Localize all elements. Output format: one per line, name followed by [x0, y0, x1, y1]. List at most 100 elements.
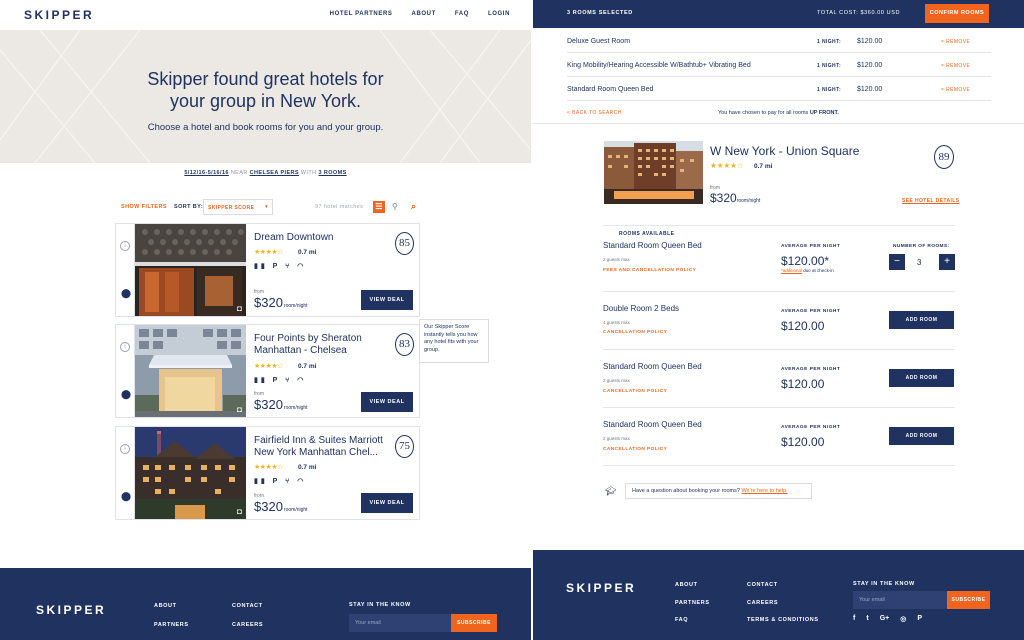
- skipper-score[interactable]: 75: [395, 435, 414, 458]
- footer-logo[interactable]: SKIPPER: [36, 603, 106, 617]
- newsletter-heading: STAY IN THE KNOW: [853, 581, 915, 587]
- hotel-name[interactable]: Four Points by Sheraton Manhattan - Chel…: [254, 333, 384, 357]
- nav-about[interactable]: ABOUT: [412, 11, 436, 17]
- see-hotel-details-link[interactable]: SEE HOTEL DETAILS: [902, 198, 959, 204]
- hotel-photo[interactable]: [604, 141, 703, 204]
- footer-link-about[interactable]: ABOUT: [675, 582, 698, 588]
- graduation-cap-icon: 🎓︎: [605, 486, 617, 496]
- search-icon[interactable]: ⌕: [411, 201, 416, 212]
- footer-logo[interactable]: SKIPPER: [566, 581, 636, 595]
- camera-icon[interactable]: ◘: [237, 304, 242, 313]
- view-deal-button[interactable]: VIEW DEAL: [361, 392, 413, 412]
- confirm-rooms-button[interactable]: CONFIRM ROOMS: [925, 4, 989, 23]
- selected-hotel-name[interactable]: W New York - Union Square: [710, 144, 859, 158]
- view-deal-button[interactable]: VIEW DEAL: [361, 290, 413, 310]
- skipper-score[interactable]: 85: [395, 232, 414, 255]
- twitter-icon[interactable]: t: [866, 615, 868, 623]
- footer-link-contact[interactable]: CONTACT: [232, 603, 263, 609]
- room-name: Standard Room Queen Bed: [603, 241, 702, 250]
- hotel-photo[interactable]: ◘: [135, 325, 246, 417]
- footer-link-careers[interactable]: CAREERS: [747, 600, 778, 606]
- hotel-name[interactable]: Fairfield Inn & Suites Marriott New York…: [254, 435, 384, 459]
- footer-link-terms[interactable]: TERMS & CONDITIONS: [747, 617, 819, 623]
- room-name: Standard Room Queen Bed: [603, 362, 702, 371]
- footer-link-about[interactable]: ABOUT: [154, 603, 177, 609]
- add-room-button[interactable]: ADD ROOM: [889, 369, 954, 387]
- nav-hotel-partners[interactable]: HOTEL PARTNERS: [330, 11, 393, 17]
- nav-login[interactable]: LOGIN: [488, 11, 510, 17]
- rooms-available-heading: ROOMS AVAILABLE: [603, 222, 955, 237]
- hotel-price: $320room/night: [254, 295, 308, 310]
- remove-room-button[interactable]: × REMOVE: [941, 63, 970, 69]
- subscribe-button[interactable]: SUBSCRIBE: [451, 614, 497, 632]
- search-dates[interactable]: 5/12/16-5/16/16: [184, 170, 229, 176]
- cancellation-policy-link[interactable]: CANCELLATION POLICY: [603, 447, 667, 452]
- map-view-icon[interactable]: ⚲: [392, 202, 398, 211]
- camera-icon[interactable]: ◘: [237, 507, 242, 516]
- total-cost: TOTAL COST: $360.00 USD: [817, 10, 901, 16]
- footer-link-faq[interactable]: FAQ: [675, 617, 688, 623]
- card-sidebar: i ⬤: [116, 224, 135, 316]
- view-deal-button[interactable]: VIEW DEAL: [361, 493, 413, 513]
- show-filters-button[interactable]: SHOW FILTERS: [121, 204, 167, 210]
- facebook-icon[interactable]: f: [853, 615, 855, 623]
- instagram-icon[interactable]: ◎: [900, 615, 906, 623]
- sort-select[interactable]: SKIPPER SCORE: [203, 199, 273, 215]
- subscribe-button[interactable]: SUBSCRIBE: [947, 591, 990, 609]
- cancellation-policy-link[interactable]: FEES AND CANCELLATION POLICY: [603, 268, 696, 273]
- room-option: Standard Room Queen Bed 2 guests max CAN…: [603, 420, 955, 466]
- hotel-search-panel: SKIPPER HOTEL PARTNERS ABOUT FAQ LOGIN S…: [0, 0, 531, 640]
- help-box[interactable]: Have a question about booking your rooms…: [625, 483, 812, 499]
- map-pin-icon[interactable]: ⬤: [121, 389, 131, 400]
- decrease-rooms-button[interactable]: −: [889, 254, 905, 270]
- footer-link-contact[interactable]: CONTACT: [747, 582, 778, 588]
- skipper-score[interactable]: 83: [395, 333, 414, 356]
- tax-note-link[interactable]: *additional: [781, 268, 802, 273]
- remove-room-button[interactable]: × REMOVE: [941, 87, 970, 93]
- add-room-button[interactable]: ADD ROOM: [889, 311, 954, 329]
- info-icon[interactable]: i: [120, 241, 130, 251]
- room-option: Double Room 2 Beds 4 guests max CANCELLA…: [603, 304, 955, 350]
- hotel-photo[interactable]: ◘: [135, 224, 246, 316]
- hotel-photo[interactable]: ◘: [135, 427, 246, 519]
- skipper-score[interactable]: 89: [934, 145, 954, 169]
- email-input[interactable]: Your email: [349, 614, 451, 632]
- info-icon[interactable]: i: [120, 342, 130, 352]
- google-plus-icon[interactable]: G+: [880, 615, 890, 623]
- cancellation-policy-link[interactable]: CANCELLATION POLICY: [603, 389, 667, 394]
- search-location[interactable]: CHELSEA PIERS: [250, 170, 299, 176]
- help-link[interactable]: We're here to help.: [741, 488, 787, 494]
- email-input[interactable]: Your email: [853, 591, 947, 609]
- add-room-button[interactable]: ADD ROOM: [889, 427, 954, 445]
- selected-room-name: Deluxe Guest Room: [567, 38, 631, 45]
- camera-icon[interactable]: ◘: [237, 405, 242, 414]
- hotel-card[interactable]: i ⬤ ◘ Dream Downtown 85 ★★★★☆ 0.7 mi ▮▮ …: [115, 223, 420, 317]
- average-per-night-label: AVERAGE PER NIGHT: [781, 309, 841, 314]
- remove-room-button[interactable]: × REMOVE: [941, 39, 970, 45]
- info-icon[interactable]: i: [120, 444, 130, 454]
- footer: SKIPPER ABOUT PARTNERS FAQ CONTACT CAREE…: [533, 550, 1024, 640]
- footer-link-careers[interactable]: CAREERS: [232, 622, 263, 628]
- room-quantity: 3: [917, 258, 922, 267]
- pinterest-icon[interactable]: P: [917, 615, 922, 623]
- map-pin-icon[interactable]: ⬤: [121, 288, 131, 299]
- star-rating: ★★★★☆: [254, 249, 283, 256]
- room-guests: 2 guests max: [603, 436, 630, 441]
- hotel-card[interactable]: i ⬤ ◘ Four Points by Sheraton Manhattan …: [115, 324, 420, 418]
- hotel-card[interactable]: i ⬤ ◘ Fairfield Inn & Suites Marriott Ne…: [115, 426, 420, 520]
- search-rooms[interactable]: 3 ROOMS: [318, 170, 346, 176]
- increase-rooms-button[interactable]: +: [939, 254, 955, 270]
- skipper-logo[interactable]: SKIPPER: [24, 8, 94, 22]
- back-to-search-link[interactable]: < BACK TO SEARCH: [567, 110, 622, 116]
- cancellation-policy-link[interactable]: CANCELLATION POLICY: [603, 330, 667, 335]
- list-view-icon[interactable]: ☰: [373, 201, 385, 213]
- nav-faq[interactable]: FAQ: [455, 11, 469, 17]
- room-guests: 2 guests max: [603, 378, 630, 383]
- hotel-name[interactable]: Dream Downtown: [254, 232, 384, 244]
- footer-link-partners[interactable]: PARTNERS: [154, 622, 189, 628]
- hotel-distance: 0.7 mi: [298, 249, 317, 256]
- star-rating: ★★★★☆: [710, 161, 744, 170]
- footer-link-partners[interactable]: PARTNERS: [675, 600, 710, 606]
- map-pin-icon[interactable]: ⬤: [121, 491, 131, 502]
- hero-title: Skipper found great hotels for your grou…: [147, 69, 384, 111]
